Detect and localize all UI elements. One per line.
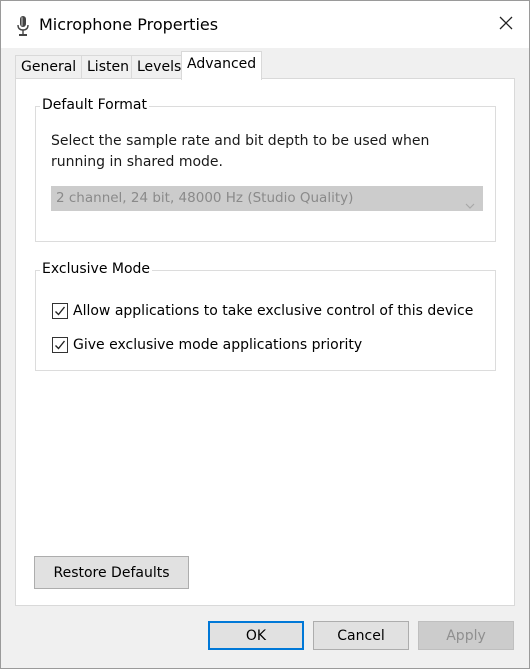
checkmark-icon bbox=[55, 306, 66, 316]
tab-strip: General Listen Levels Advanced bbox=[15, 51, 515, 80]
dialog-window: Microphone Properties General Listen Lev… bbox=[0, 0, 530, 669]
tab-advanced[interactable]: Advanced bbox=[181, 51, 263, 80]
checkmark-icon bbox=[55, 340, 66, 350]
tab-levels[interactable]: Levels bbox=[131, 55, 188, 79]
exclusive-priority-checkbox[interactable] bbox=[52, 337, 68, 353]
restore-defaults-button[interactable]: Restore Defaults bbox=[34, 556, 189, 589]
exclusive-mode-label: Exclusive Mode bbox=[40, 261, 153, 277]
close-button[interactable] bbox=[483, 1, 529, 48]
close-icon bbox=[499, 16, 513, 33]
default-format-group: Default Format Select the sample rate an… bbox=[35, 97, 496, 242]
advanced-panel: Default Format Select the sample rate an… bbox=[15, 78, 515, 606]
tab-listen[interactable]: Listen bbox=[81, 55, 135, 79]
ok-button[interactable]: OK bbox=[208, 621, 304, 650]
default-format-description: Select the sample rate and bit depth to … bbox=[51, 133, 430, 170]
tab-general[interactable]: General bbox=[15, 55, 83, 79]
chevron-down-icon bbox=[465, 195, 475, 218]
allow-exclusive-control-option[interactable]: Allow applications to take exclusive con… bbox=[52, 302, 473, 320]
allow-exclusive-label: Allow applications to take exclusive con… bbox=[73, 303, 474, 319]
exclusive-priority-option[interactable]: Give exclusive mode applications priorit… bbox=[52, 336, 362, 354]
allow-exclusive-checkbox[interactable] bbox=[52, 303, 68, 319]
exclusive-priority-label: Give exclusive mode applications priorit… bbox=[73, 337, 363, 353]
window-title: Microphone Properties bbox=[39, 15, 219, 34]
microphone-icon bbox=[16, 15, 30, 37]
apply-button[interactable]: Apply bbox=[418, 621, 514, 650]
cancel-button[interactable]: Cancel bbox=[313, 621, 409, 650]
sample-rate-dropdown[interactable]: 2 channel, 24 bit, 48000 Hz (Studio Qual… bbox=[51, 186, 483, 211]
exclusive-mode-group: Exclusive Mode Allow applications to tak… bbox=[35, 261, 496, 371]
default-format-label: Default Format bbox=[40, 97, 149, 113]
sample-rate-value: 2 channel, 24 bit, 48000 Hz (Studio Qual… bbox=[56, 190, 354, 206]
title-bar[interactable]: Microphone Properties bbox=[1, 1, 529, 48]
